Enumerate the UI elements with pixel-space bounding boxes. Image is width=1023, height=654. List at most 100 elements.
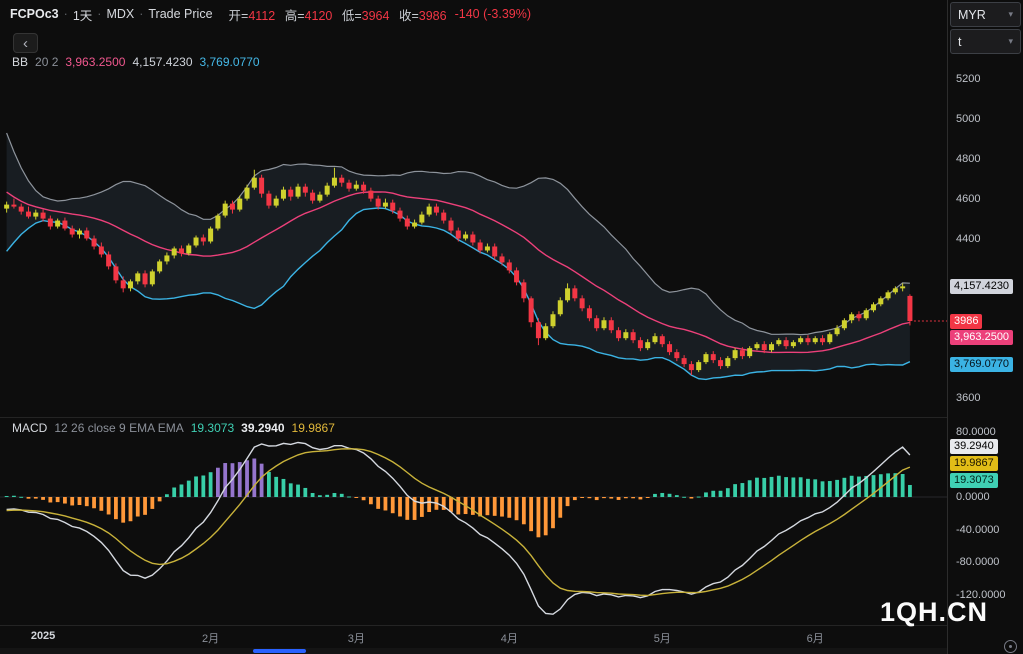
candle-body [172, 248, 177, 255]
macd-indicator-legend[interactable]: MACD 12 26 close 9 EMA EMA 19.3073 39.29… [12, 421, 335, 435]
macd-histogram-bar [799, 477, 803, 497]
candle-body [456, 231, 461, 239]
macd-histogram-bar [471, 497, 475, 515]
candle-body [121, 280, 126, 288]
candle-body [106, 254, 111, 266]
candle-body [11, 205, 16, 207]
macd-histogram-bar [194, 476, 198, 497]
macd-histogram-bar [748, 480, 752, 497]
candle-body [208, 229, 213, 242]
chevron-down-icon: ▾ [1008, 36, 1013, 47]
horizontal-scrollbar[interactable] [0, 648, 947, 654]
macd-histogram-bar [391, 497, 395, 513]
candle-body [601, 320, 606, 328]
chart-header: FCPOc3 · 1天 · MDX · Trade Price 开=4112 高… [0, 0, 947, 28]
bb-band-fill [7, 133, 910, 379]
candle-body [368, 191, 373, 199]
candle-body [893, 288, 898, 292]
unit-dropdown[interactable]: t ▾ [950, 29, 1021, 54]
candle-body [820, 338, 825, 342]
macd-histogram-bar [500, 497, 504, 517]
symbol-name[interactable]: FCPOc3 [10, 7, 59, 21]
currency-label: MYR [958, 8, 986, 22]
candle-body [784, 340, 789, 346]
macd-histogram-bar [507, 497, 511, 518]
macd-histogram-bar [340, 494, 344, 497]
macd-histogram-bar [260, 464, 264, 497]
candle-body [878, 298, 883, 304]
macd-histogram-bar [165, 494, 169, 497]
candle-body [769, 344, 774, 350]
candle-body [762, 344, 767, 350]
bb-indicator-legend[interactable]: BB 20 2 3,963.2500 4,157.4230 3,769.0770 [12, 55, 260, 69]
macd-histogram-bar [209, 472, 213, 497]
macd-histogram-bar [405, 497, 409, 520]
macd-histogram-bar [733, 484, 737, 497]
unit-label: t [958, 35, 961, 49]
candle-body [776, 340, 781, 344]
high-value: 4120 [305, 9, 333, 23]
time-axis[interactable]: 20252月3月4月5月6月 [0, 625, 947, 647]
scrollbar-thumb[interactable] [253, 649, 306, 653]
pane-divider[interactable] [0, 417, 1023, 418]
candle-body [164, 255, 169, 261]
candle-body [245, 188, 250, 199]
chart-main-area: FCPOc3 · 1天 · MDX · Trade Price 开=4112 高… [0, 0, 947, 654]
macd-histogram-bar [56, 497, 60, 502]
candle-body [230, 204, 235, 210]
macd-histogram-bar [580, 497, 584, 498]
price-chart-canvas[interactable] [0, 28, 947, 418]
macd-histogram-bar [5, 496, 9, 497]
price-tick-label: 5000 [956, 113, 980, 125]
price-axis-column[interactable]: MYR ▾ t ▾ 5200500048004600440036004,157.… [947, 0, 1023, 654]
macd-histogram-bar [354, 497, 358, 498]
scroll-to-latest-button[interactable] [1004, 640, 1017, 653]
macd-params: 12 26 close 9 EMA EMA [54, 421, 183, 435]
macd-histogram-bar [85, 497, 89, 506]
candle-body [696, 362, 701, 370]
macd-histogram-bar [522, 497, 526, 524]
separator-dot: · [139, 7, 143, 21]
candle-body [514, 270, 519, 282]
candle-body [835, 328, 840, 334]
macd-histogram-bar [660, 493, 664, 497]
candle-body [521, 282, 526, 298]
ohlc-readout: 开=4112 高=4120 低=3964 收=3986 [223, 5, 447, 24]
candle-body [441, 213, 446, 221]
price-tick-label: 5200 [956, 73, 980, 85]
candle-body [223, 204, 228, 216]
candle-body [55, 221, 60, 227]
macd-histogram-bar [369, 497, 373, 504]
bb-params: 20 2 [35, 55, 58, 69]
back-button[interactable]: ‹ [13, 33, 38, 53]
price-tick-label: 4400 [956, 233, 980, 245]
change-readout: -140 (-3.39%) [455, 7, 531, 21]
candle-body [383, 203, 388, 207]
candle-body [252, 178, 257, 188]
candle-body [128, 281, 133, 288]
candle-body [864, 310, 869, 318]
macd-histogram-bar [631, 497, 635, 498]
macd-histogram-bar [427, 497, 431, 512]
candle-body [310, 193, 315, 201]
candle-body [194, 238, 199, 246]
macd-histogram-bar [784, 477, 788, 497]
macd-chart-canvas[interactable] [0, 418, 947, 625]
interval-label[interactable]: 1天 [73, 5, 92, 24]
macd-histogram-bar [791, 477, 795, 497]
macd-histogram-bar [682, 497, 686, 498]
macd-hist-badge: 19.3073 [950, 473, 998, 488]
candle-body [281, 190, 286, 199]
candle-body [419, 215, 424, 223]
macd-histogram-bar [19, 497, 23, 498]
candle-body [886, 292, 891, 298]
candle-body [150, 271, 155, 284]
candle-body [842, 320, 847, 328]
macd-histogram-bar [48, 497, 52, 502]
candle-body [733, 350, 738, 358]
currency-dropdown[interactable]: MYR ▾ [950, 2, 1021, 27]
candle-body [478, 242, 483, 250]
candle-body [449, 221, 454, 231]
candle-body [543, 326, 548, 338]
candle-body [135, 273, 140, 281]
